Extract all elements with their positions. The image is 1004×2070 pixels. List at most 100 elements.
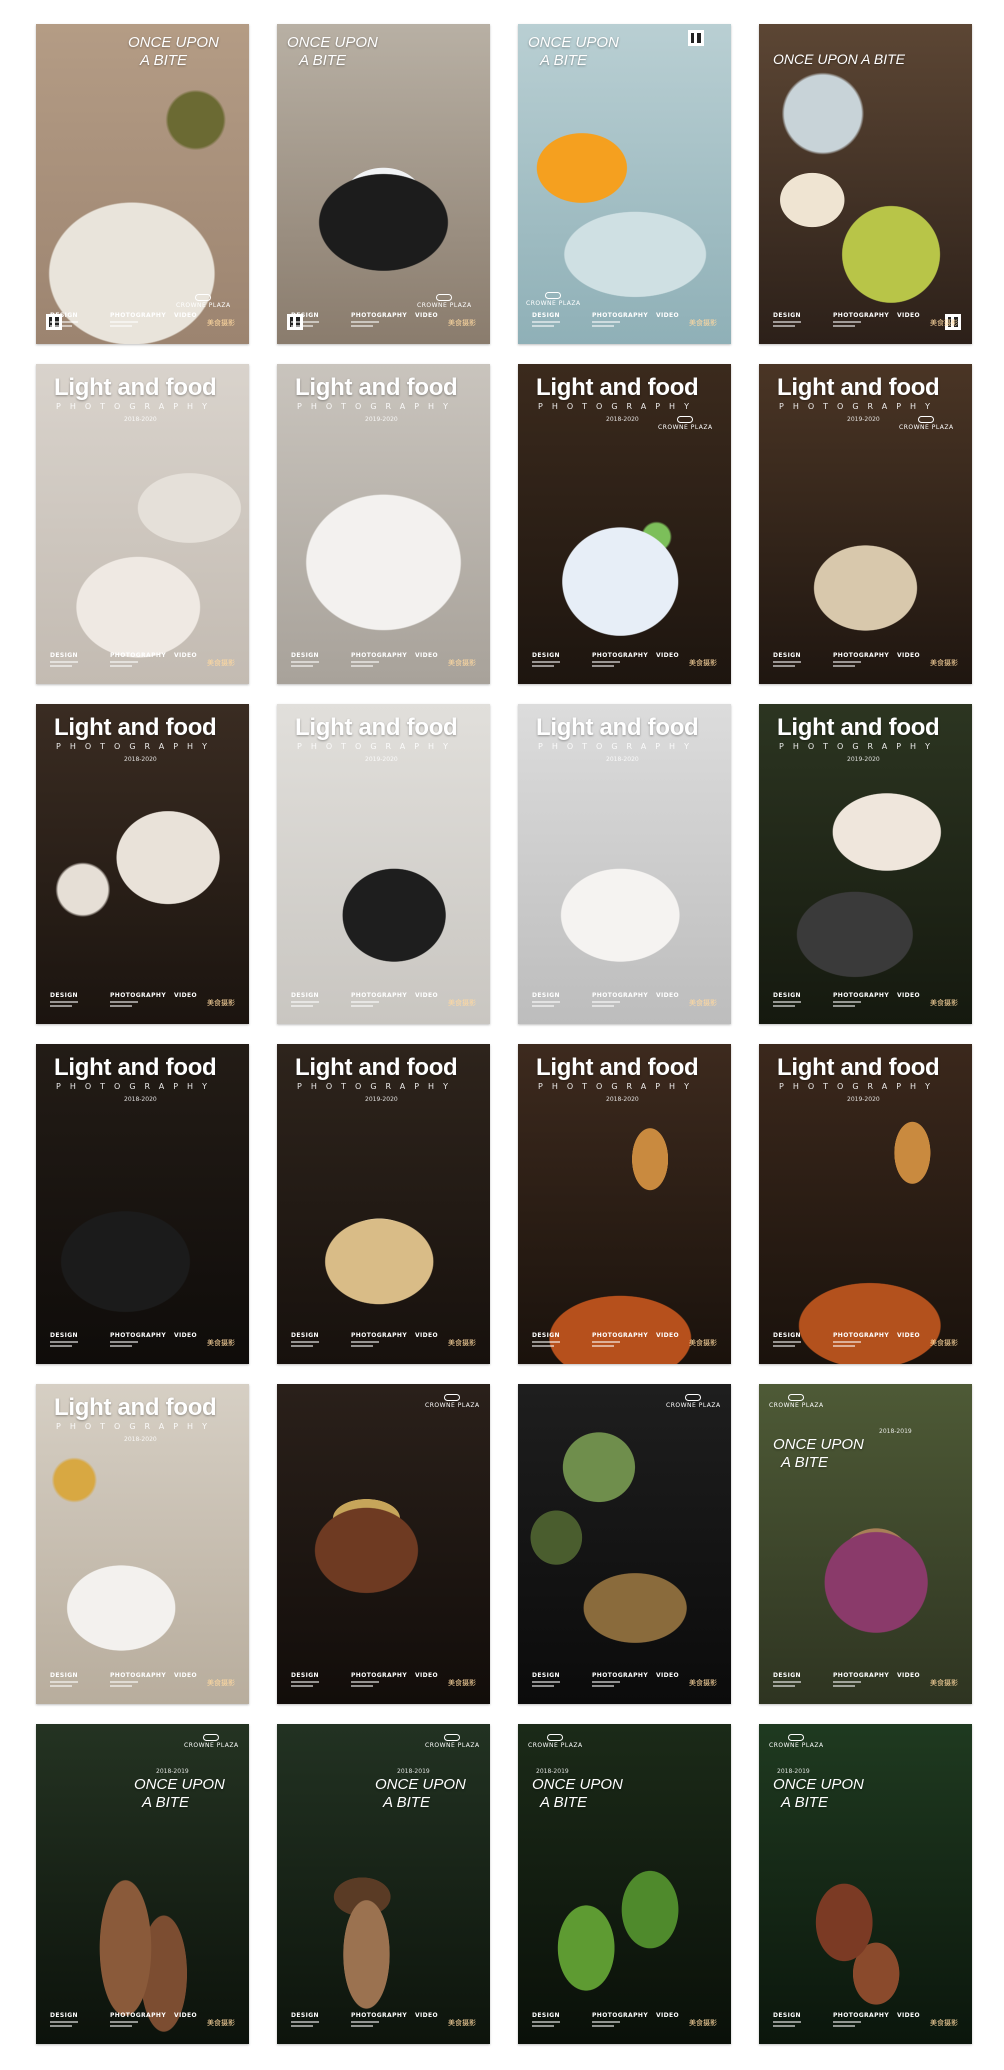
footer-line (50, 1685, 72, 1687)
poster-title: ONCE UPON A BITE (287, 34, 378, 70)
poster-card[interactable]: CROWNE PLAZA DESIGN PHOTOGRAPHY VIDEO 美食摄影 (277, 1384, 490, 1704)
footer-line (532, 1345, 554, 1347)
poster-years: 2018-2020 (124, 416, 157, 423)
poster-card[interactable]: CROWNE PLAZA 2018-2019 ONCE UPON A BITE DESI… (759, 1384, 972, 1704)
poster-card[interactable]: Light and food PHOTOGRAPHY 2019-2020 CROWNE… (759, 364, 972, 684)
footer-photography-label: PHOTOGRAPHY (833, 1672, 890, 1679)
footer-design-label: DESIGN (773, 2012, 801, 2019)
poster-footer: DESIGN PHOTOGRAPHY VIDEO 美食摄影 (50, 1332, 235, 1354)
poster-card[interactable]: Light and food PHOTOGRAPHY 2018-2020 DESIGN… (518, 704, 731, 1024)
footer-line (592, 2025, 614, 2027)
footer-line (291, 1001, 319, 1003)
footer-line (532, 665, 554, 667)
footer-line (351, 2021, 379, 2023)
poster-title: Light and food (536, 374, 699, 401)
footer-video-label: VIDEO (656, 2012, 680, 2019)
poster-card[interactable]: Light and food PHOTOGRAPHY 2018-2020 DESIGN… (518, 1044, 731, 1364)
poster-title: ONCE UPON A BITE (528, 34, 619, 70)
footer-line (833, 1345, 855, 1347)
footer-video-label: VIDEO (415, 1672, 439, 1679)
poster-title: Light and food (536, 714, 699, 741)
poster-card[interactable]: Light and food PHOTOGRAPHY 2019-2020 DESIGN… (277, 704, 490, 1024)
poster-card[interactable]: CROWNE PLAZA 2018-2019 ONCE UPON A BITE DESI… (759, 1724, 972, 2044)
poster-card[interactable]: CROWNE PLAZA 2018-2019 ONCE UPON A BITE DESI… (36, 1724, 249, 2044)
footer-line (291, 325, 313, 327)
poster-card[interactable]: CROWNE PLAZA DESIGN PHOTOGRAPHY VIDEO 美食摄影 (518, 1384, 731, 1704)
brand-logo: CROWNE PLAZA (425, 1734, 480, 1749)
poster-card[interactable]: Light and food PHOTOGRAPHY 2018-2020 DESIGN… (36, 1044, 249, 1364)
footer-line (532, 2025, 554, 2027)
title-line-1: ONCE UPON (773, 1436, 864, 1453)
poster-card[interactable]: ONCE UPON A BITE DESIGN PHOTOGRAPHY VIDEO 美食… (759, 24, 972, 344)
poster-card[interactable]: ONCE UPON A BITE CROWNE PLAZA DESIGN PHOTOGR… (518, 24, 731, 344)
footer-photography-label: PHOTOGRAPHY (833, 2012, 890, 2019)
poster-years: 2018-2020 (124, 1436, 157, 1443)
footer-line (532, 1001, 560, 1003)
title-line-1: ONCE UPON (532, 1776, 623, 1793)
brand-badge-icon (444, 1394, 461, 1401)
footer-video-label: VIDEO (656, 1672, 680, 1679)
poster-card[interactable]: CROWNE PLAZA 2018-2019 ONCE UPON A BITE DESI… (277, 1724, 490, 2044)
footer-line (291, 1345, 313, 1347)
poster-subtitle: PHOTOGRAPHY (56, 402, 216, 411)
footer-line (592, 665, 614, 667)
footer-video-label: VIDEO (415, 652, 439, 659)
qr-code-icon (688, 30, 704, 46)
footer-photography-label: PHOTOGRAPHY (833, 312, 890, 319)
footer-signature: 美食摄影 (207, 999, 235, 1007)
food-photo (759, 704, 972, 1024)
footer-line (50, 2021, 78, 2023)
footer-design-label: DESIGN (50, 1672, 78, 1679)
footer-photography-label: PHOTOGRAPHY (833, 992, 890, 999)
footer-line (291, 665, 313, 667)
footer-video-label: VIDEO (897, 1672, 921, 1679)
poster-card[interactable]: ONCE UPON A BITE CROWNE PLAZA DESIGN PHOTOGR… (277, 24, 490, 344)
poster-card[interactable]: ONCE UPON A BITE CROWNE PLAZA DESIGN PHOTOGR… (36, 24, 249, 344)
brand-logo: CROWNE PLAZA (769, 1734, 824, 1749)
poster-card[interactable]: Light and food PHOTOGRAPHY 2018-2020 DESIGN… (36, 1384, 249, 1704)
footer-signature: 美食摄影 (689, 1339, 717, 1347)
footer-line (833, 321, 861, 323)
footer-line (592, 1001, 620, 1003)
poster-footer: DESIGN PHOTOGRAPHY VIDEO 美食摄影 (291, 652, 476, 674)
brand-logo: CROWNE PLAZA (528, 1734, 583, 1749)
title-line-2: A BITE (540, 1794, 587, 1811)
food-photo (518, 1384, 731, 1704)
brand-logo: CROWNE PLAZA (899, 416, 954, 431)
footer-line (773, 321, 801, 323)
brand-logo: CROWNE PLAZA (176, 294, 231, 309)
poster-card[interactable]: Light and food PHOTOGRAPHY 2018-2020 DESIGN… (36, 364, 249, 684)
footer-line (773, 2025, 795, 2027)
footer-line (592, 661, 620, 663)
footer-line (110, 2021, 138, 2023)
poster-title: ONCE UPON A BITE (134, 1776, 225, 1812)
footer-design-label: DESIGN (291, 992, 319, 999)
poster-years: 2018-2019 (777, 1768, 810, 1775)
footer-photography-label: PHOTOGRAPHY (110, 2012, 167, 2019)
poster-years: 2019-2020 (365, 756, 398, 763)
footer-line (532, 2021, 560, 2023)
poster-title: Light and food (295, 374, 458, 401)
poster-subtitle: PHOTOGRAPHY (779, 1082, 939, 1091)
brand-badge-icon (685, 1394, 702, 1401)
footer-line (833, 1005, 855, 1007)
footer-line (291, 321, 319, 323)
footer-line (773, 1345, 795, 1347)
poster-card[interactable]: Light and food PHOTOGRAPHY 2019-2020 DESIGN… (759, 1044, 972, 1364)
footer-line (592, 1341, 620, 1343)
poster-subtitle: PHOTOGRAPHY (538, 1082, 698, 1091)
poster-card[interactable]: Light and food PHOTOGRAPHY 2018-2020 CROWNE… (518, 364, 731, 684)
poster-card[interactable]: CROWNE PLAZA 2018-2019 ONCE UPON A BITE DESI… (518, 1724, 731, 2044)
poster-title: Light and food (536, 1054, 699, 1081)
footer-line (773, 1341, 801, 1343)
poster-years: 2018-2020 (606, 416, 639, 423)
poster-card[interactable]: Light and food PHOTOGRAPHY 2019-2020 DESIGN… (277, 1044, 490, 1364)
poster-card[interactable]: Light and food PHOTOGRAPHY 2019-2020 DESIGN… (759, 704, 972, 1024)
poster-card[interactable]: Light and food PHOTOGRAPHY 2019-2020 DESIGN… (277, 364, 490, 684)
footer-line (773, 665, 795, 667)
footer-line (50, 665, 72, 667)
poster-card[interactable]: Light and food PHOTOGRAPHY 2018-2020 DESIGN… (36, 704, 249, 1024)
footer-signature: 美食摄影 (448, 1679, 476, 1687)
footer-line (773, 1005, 795, 1007)
footer-line (291, 661, 319, 663)
